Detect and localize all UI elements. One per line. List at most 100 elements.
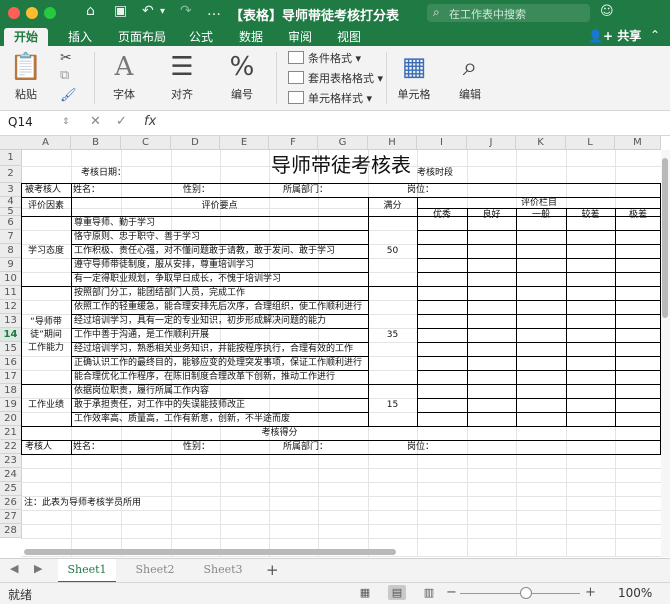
examiner-post-label[interactable]: 岗位：: [407, 441, 447, 454]
examiner-gender-label[interactable]: 性别：: [183, 441, 223, 454]
row-header-20[interactable]: 20: [0, 412, 22, 426]
tab-home[interactable]: 开始: [4, 28, 48, 46]
grade-header-0[interactable]: 优秀: [417, 209, 467, 222]
row-header-1[interactable]: 1: [0, 150, 22, 166]
full-score-cell[interactable]: 35: [368, 286, 417, 384]
add-sheet-icon[interactable]: +: [266, 561, 279, 579]
full-score-cell[interactable]: 15: [368, 384, 417, 426]
undo-icon[interactable]: ↶: [142, 3, 154, 19]
factor-header[interactable]: 评价因素: [21, 197, 71, 216]
factor-name-cell[interactable]: 徒”期间: [21, 329, 71, 342]
row-header-13[interactable]: 13: [0, 314, 22, 328]
column-header-h[interactable]: H: [368, 136, 417, 150]
row-header-10[interactable]: 10: [0, 272, 22, 286]
examiner-name-label[interactable]: 姓名：: [73, 441, 113, 454]
zoom-slider-thumb[interactable]: [520, 587, 532, 599]
cell-style-button[interactable]: 单元格样式 ▾: [288, 90, 372, 106]
evaluation-point-cell[interactable]: 工作中善于沟通，是工作顺利开展: [74, 329, 366, 342]
note-cell[interactable]: 注：此表为导师考核学员所用: [24, 497, 224, 510]
cut-icon[interactable]: ✂: [60, 50, 72, 66]
prev-sheet-icon[interactable]: ◀: [10, 562, 18, 575]
copy-icon[interactable]: ⧉: [60, 68, 69, 83]
grade-header-1[interactable]: 良好: [467, 209, 516, 222]
factor-name-cell[interactable]: 工作业绩: [21, 399, 71, 412]
close-window-button[interactable]: [8, 7, 20, 19]
font-button[interactable]: A 字体: [104, 50, 144, 102]
cells-button[interactable]: ▦ 单元格: [392, 50, 436, 102]
evaluation-point-cell[interactable]: 尊重导师、勤于学习: [74, 217, 366, 230]
home-icon[interactable]: ⌂: [86, 3, 95, 19]
sheet-tab-3[interactable]: Sheet3: [194, 559, 252, 581]
column-header-f[interactable]: F: [269, 136, 318, 150]
insert-function-icon[interactable]: fx: [144, 114, 156, 129]
evaluation-point-cell[interactable]: 依据岗位职责，履行所属工作内容: [74, 385, 366, 398]
evaluation-point-cell[interactable]: 能合理优化工作程序，在陈旧制度合理改革下创新，推动工作进行: [74, 371, 366, 384]
evaluation-point-cell[interactable]: 遵守导师带徒制度，服从安排，尊重培训学习: [74, 259, 366, 272]
exam-period-label[interactable]: 考核时段: [417, 167, 477, 180]
column-header-l[interactable]: L: [566, 136, 615, 150]
row-header-12[interactable]: 12: [0, 300, 22, 314]
evaluation-point-cell[interactable]: 正确认识工作的最终目的，能够应变的处理突发事项，保证工作顺利进行: [74, 357, 366, 370]
minimize-window-button[interactable]: [26, 7, 38, 19]
sheet-search-box[interactable]: ⌕ 在工作表中搜索: [427, 4, 590, 22]
name-box[interactable]: Q14: [4, 114, 62, 131]
examinee-gender-label[interactable]: 性别：: [183, 184, 223, 197]
column-header-e[interactable]: E: [220, 136, 269, 150]
evaluation-point-cell[interactable]: 经过培训学习，熟悉相关业务知识，并能按程序执行，合理有效的工作: [74, 343, 366, 356]
paste-button[interactable]: 📋 粘贴: [6, 50, 46, 102]
examinee-post-label[interactable]: 岗位：: [407, 184, 447, 197]
row-header-17[interactable]: 17: [0, 370, 22, 384]
row-header-18[interactable]: 18: [0, 384, 22, 398]
evaluation-point-cell[interactable]: 经过培训学习，具有一定的专业知识，初步形成解决问题的能力: [74, 315, 366, 328]
row-header-19[interactable]: 19: [0, 398, 22, 412]
row-header-6[interactable]: 6: [0, 216, 22, 230]
examinee-name-label[interactable]: 姓名：: [73, 184, 113, 197]
user-icon[interactable]: ☺: [600, 4, 614, 19]
column-header-c[interactable]: C: [121, 136, 171, 150]
vertical-scroll-thumb[interactable]: [662, 158, 668, 318]
align-button[interactable]: ☰ 对齐: [162, 50, 202, 102]
conditional-format-button[interactable]: 条件格式 ▾: [288, 50, 361, 66]
row-header-23[interactable]: 23: [0, 454, 22, 468]
format-painter-icon[interactable]: 🖌: [60, 88, 77, 103]
evaluation-header[interactable]: 评价栏目: [417, 197, 661, 209]
column-header-a[interactable]: A: [21, 136, 71, 150]
column-header-d[interactable]: D: [171, 136, 220, 150]
grade-header-2[interactable]: 一般: [516, 209, 566, 222]
factor-name-cell[interactable]: 学习态度: [21, 245, 71, 258]
tab-formulas[interactable]: 公式: [184, 28, 218, 46]
column-header-b[interactable]: B: [71, 136, 121, 150]
select-all-corner[interactable]: [0, 136, 22, 150]
zoom-level[interactable]: 100%: [618, 586, 652, 600]
normal-view-icon[interactable]: ▦: [356, 585, 374, 600]
evaluation-point-cell[interactable]: 有一定得职业规划，争取早日成长，不愧于培训学习: [74, 273, 366, 286]
undo-dropdown-icon[interactable]: ▾: [160, 6, 165, 17]
column-header-m[interactable]: M: [615, 136, 661, 150]
share-button[interactable]: 👤+ 共享: [588, 27, 641, 44]
evaluation-point-cell[interactable]: 依照工作的轻重缓急，能合理安排先后次序，合理组织，使工作顺利进行: [74, 301, 366, 314]
examinee-label[interactable]: 被考核人: [25, 184, 71, 197]
evaluation-point-cell[interactable]: 工作效率高、质量高，工作有新意，创新，不半途而废: [74, 413, 366, 426]
full-score-cell[interactable]: 50: [368, 216, 417, 286]
examiner-dept-label[interactable]: 所属部门：: [283, 441, 343, 454]
tab-page-layout[interactable]: 页面布局: [112, 28, 172, 46]
zoom-window-button[interactable]: [44, 7, 56, 19]
tab-review[interactable]: 审阅: [283, 28, 317, 46]
row-header-14[interactable]: 14: [0, 328, 22, 342]
row-header-22[interactable]: 22: [0, 440, 22, 454]
page-break-view-icon[interactable]: ▥: [420, 585, 438, 600]
evaluation-point-cell[interactable]: 敢于承担责任，对工作中的失误能技师改正: [74, 399, 366, 412]
examinee-dept-label[interactable]: 所属部门：: [283, 184, 343, 197]
row-header-24[interactable]: 24: [0, 468, 22, 482]
edit-button[interactable]: ⌕ 编辑: [450, 50, 490, 102]
save-icon[interactable]: ▣: [114, 3, 127, 19]
tab-insert[interactable]: 插入: [60, 28, 100, 46]
row-header-26[interactable]: 26: [0, 496, 22, 510]
evaluation-point-cell[interactable]: 工作积极、责任心强，对不懂问题敢于请教，敢于发问、敢于学习: [74, 245, 366, 258]
formula-input[interactable]: [168, 114, 658, 131]
total-score-label[interactable]: 考核得分: [71, 426, 488, 440]
examiner-label[interactable]: 考核人: [25, 441, 71, 454]
column-header-k[interactable]: K: [516, 136, 566, 150]
evaluation-point-cell[interactable]: 按照部门分工，能团结部门人员，完成工作: [74, 287, 366, 300]
page-layout-view-icon[interactable]: ▤: [388, 585, 406, 600]
